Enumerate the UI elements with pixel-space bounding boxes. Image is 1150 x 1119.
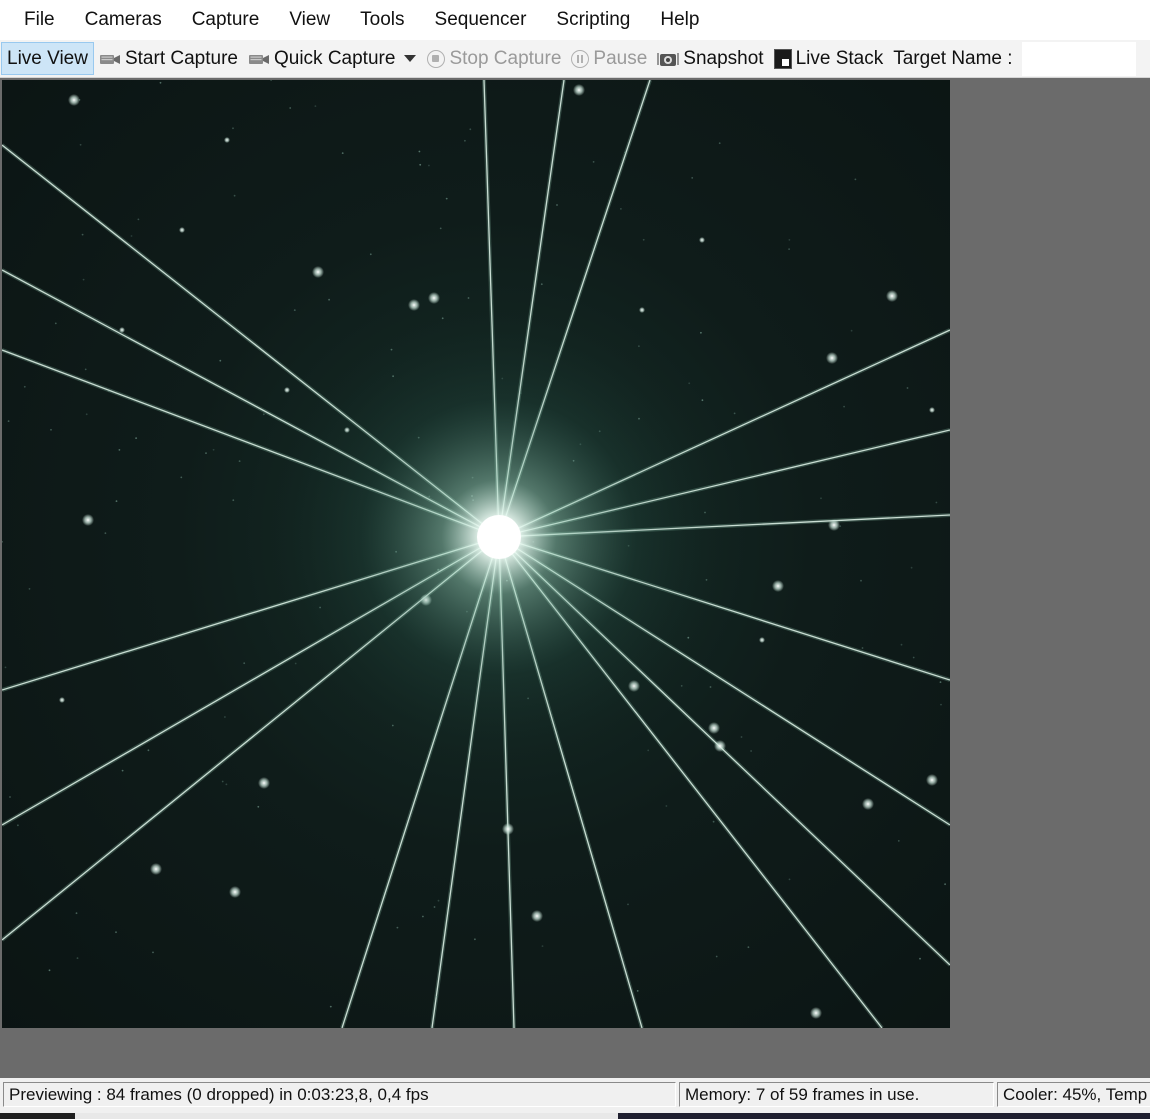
image-viewport[interactable] xyxy=(0,78,1150,1078)
quick-capture-label: Quick Capture xyxy=(273,47,396,69)
menu-bar: File Cameras Capture View Tools Sequence… xyxy=(0,0,1150,40)
video-camera-icon xyxy=(248,54,269,64)
target-name-group: Target Name : xyxy=(888,42,1017,75)
bright-star-core xyxy=(477,515,521,559)
video-camera-icon xyxy=(99,54,120,64)
start-capture-label: Start Capture xyxy=(124,47,238,69)
menu-cameras[interactable]: Cameras xyxy=(70,0,177,40)
preview-status: Previewing : 84 frames (0 dropped) in 0:… xyxy=(3,1082,676,1107)
live-view-label: Live View xyxy=(7,47,88,69)
application-window: File Cameras Capture View Tools Sequence… xyxy=(0,0,1150,1119)
target-name-input[interactable] xyxy=(1021,41,1136,76)
menu-tools[interactable]: Tools xyxy=(345,0,419,40)
live-stack-label: Live Stack xyxy=(795,47,884,69)
chevron-down-icon[interactable] xyxy=(404,55,417,62)
live-view-button[interactable]: Live View xyxy=(1,42,94,75)
menu-scripting[interactable]: Scripting xyxy=(541,0,645,40)
snapshot-button[interactable]: Snapshot xyxy=(652,42,768,75)
pause-label: Pause xyxy=(593,47,648,69)
menu-help[interactable]: Help xyxy=(645,0,714,40)
cooler-status: Cooler: 45%, Temp xyxy=(997,1082,1150,1107)
pause-icon xyxy=(571,49,590,68)
taskbar-strip xyxy=(0,1113,1150,1119)
quick-capture-button[interactable]: Quick Capture xyxy=(243,42,400,75)
menu-file[interactable]: File xyxy=(0,0,70,40)
live-view-image xyxy=(2,80,950,1028)
target-name-label: Target Name : xyxy=(893,47,1013,69)
stop-icon xyxy=(427,49,446,68)
stop-capture-label: Stop Capture xyxy=(449,47,562,69)
live-stack-icon xyxy=(773,48,792,69)
status-bar: Previewing : 84 frames (0 dropped) in 0:… xyxy=(0,1078,1150,1119)
start-capture-button[interactable]: Start Capture xyxy=(94,42,243,75)
menu-capture[interactable]: Capture xyxy=(177,0,275,40)
toolbar: Live View Start Capture Quick Capture St… xyxy=(0,40,1150,78)
pause-button[interactable]: Pause xyxy=(566,42,652,75)
menu-view[interactable]: View xyxy=(274,0,345,40)
snapshot-camera-icon xyxy=(657,52,680,66)
snapshot-label: Snapshot xyxy=(683,47,764,69)
stop-capture-button[interactable]: Stop Capture xyxy=(422,42,566,75)
menu-sequencer[interactable]: Sequencer xyxy=(420,0,542,40)
live-stack-button[interactable]: Live Stack xyxy=(769,42,889,75)
memory-status: Memory: 7 of 59 frames in use. xyxy=(679,1082,994,1107)
